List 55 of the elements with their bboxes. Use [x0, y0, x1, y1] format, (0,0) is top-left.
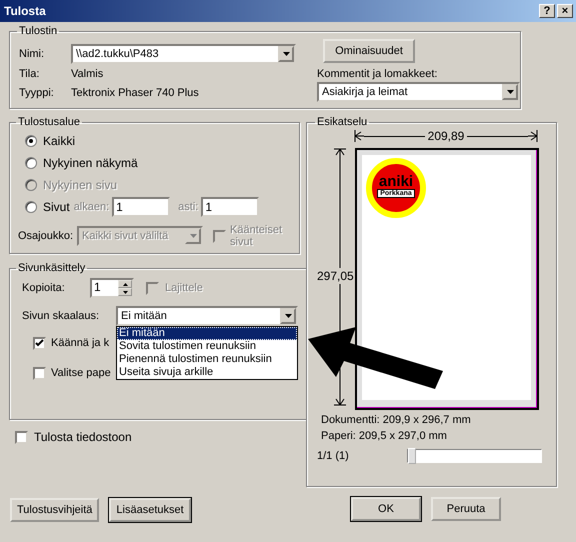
- paper-size: Paperi: 209,5 x 297,0 mm: [321, 430, 448, 442]
- checkbox-label: Käännä ja k: [51, 337, 110, 349]
- document-size: Dokumentti: 209,9 x 296,7 mm: [321, 414, 472, 426]
- radio-label: Nykyinen näkymä: [43, 156, 138, 170]
- group-title: Tulostusalue: [17, 116, 81, 128]
- dropdown-option[interactable]: Ei mitään: [117, 327, 297, 340]
- group-title: Sivunkäsittely: [17, 262, 86, 274]
- status-label: Tila:: [19, 68, 40, 80]
- checkbox[interactable]: [33, 336, 46, 350]
- from-page-field[interactable]: 1: [112, 197, 170, 217]
- to-label: asti:: [178, 201, 198, 213]
- height-value: 297,05: [317, 268, 354, 284]
- checkbox-label: Valitse pape: [51, 367, 111, 379]
- from-label: alkaen:: [74, 201, 110, 213]
- copies-label: Kopioita:: [22, 282, 66, 294]
- type-value: Tektronix Phaser 740 Plus: [71, 86, 199, 98]
- group-title: Esikatselu: [316, 116, 368, 128]
- to-page-field[interactable]: 1: [201, 197, 260, 217]
- scaling-label: Sivun skaalaus:: [22, 310, 100, 322]
- window-title: Tulosta: [4, 4, 46, 18]
- collate-label: Lajittele: [165, 282, 203, 294]
- close-button[interactable]: ×: [557, 4, 573, 18]
- properties-button[interactable]: Ominaisuudet: [323, 39, 415, 63]
- checkbox[interactable]: [33, 366, 46, 380]
- help-button[interactable]: ?: [539, 4, 555, 18]
- dialog-button[interactable]: Tulostusvihjeitä: [10, 498, 100, 522]
- radio-label: Sivut: [43, 200, 70, 214]
- reverse-pages-label: Käänteiset sivut: [230, 224, 282, 248]
- comments-dropdown[interactable]: Asiakirja ja leimat: [317, 82, 520, 102]
- radio-button[interactable]: [25, 157, 37, 169]
- radio-button[interactable]: [25, 201, 37, 213]
- copies-spinner[interactable]: 1: [90, 278, 134, 298]
- name-label: Nimi:: [19, 48, 46, 60]
- radio-button[interactable]: [25, 135, 37, 147]
- page-slider[interactable]: [407, 449, 542, 463]
- group-title: Tulostin: [18, 25, 58, 37]
- checkbox[interactable]: [15, 430, 28, 444]
- page-counter: 1/1 (1): [317, 450, 349, 462]
- dropdown-option[interactable]: Sovita tulostimen reunuksiin: [117, 340, 297, 353]
- dropdown-option[interactable]: Pienennä tulostimen reunuksiin: [117, 353, 297, 366]
- comments-label: Kommentit ja lomakkeet:: [317, 68, 438, 80]
- radio-label: Nykyinen sivu: [43, 178, 118, 192]
- printer-dropdown[interactable]: \\ad2.tukku\P483: [71, 44, 296, 64]
- status-value: Valmis: [71, 68, 104, 80]
- subset-label: Osajoukko:: [18, 230, 74, 242]
- width-value: 209,89: [426, 129, 466, 143]
- radio-label: Kaikki: [43, 134, 76, 148]
- print-to-file-label: Tulosta tiedostoon: [34, 430, 132, 444]
- scaling-dropdown[interactable]: Ei mitään: [116, 306, 298, 326]
- slider-thumb[interactable]: [408, 448, 416, 464]
- type-label: Tyyppi:: [19, 86, 55, 98]
- dialog-button[interactable]: Lisäasetukset: [109, 498, 191, 522]
- dialog-button[interactable]: Peruuta: [431, 497, 501, 521]
- dialog-button[interactable]: OK: [351, 497, 421, 521]
- dropdown-option[interactable]: Useita sivuja arkille: [117, 366, 297, 379]
